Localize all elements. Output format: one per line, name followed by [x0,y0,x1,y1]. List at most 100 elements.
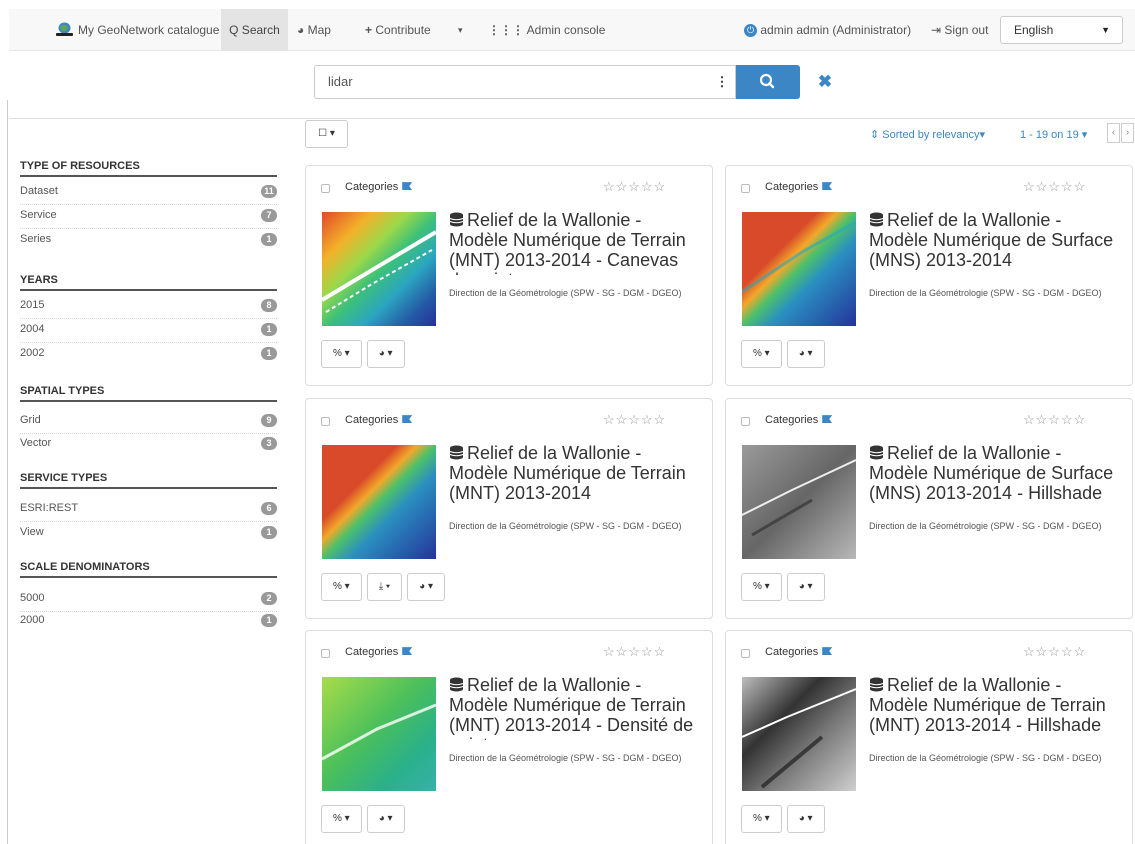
globe-icon: ◕ [378,348,385,359]
rating-stars[interactable]: ☆☆☆☆☆ [1023,179,1086,195]
categories-label[interactable]: Categories [345,646,413,658]
select-checkbox[interactable] [321,649,330,658]
facet-label: Grid [20,414,41,426]
categories-label[interactable]: Categories [345,414,413,426]
thumbnail-image[interactable] [322,445,436,559]
brand-link[interactable]: My GeoNetwork catalogue [55,9,219,51]
select-checkbox[interactable] [321,417,330,426]
sort-icon: ⇕ [870,129,880,141]
categories-label[interactable]: Categories [765,414,833,426]
search-input[interactable]: lidar [314,65,714,99]
links-dropdown-button[interactable]: % ▾ [741,573,782,601]
facet-item-2004[interactable]: 2004 1 [20,319,277,343]
facet-item-series[interactable]: Series 1 [20,229,277,253]
facet-item-service[interactable]: Service 7 [20,205,277,229]
language-select[interactable]: English ▼ [1000,16,1123,44]
map-dropdown-button[interactable]: ◕ ▾ [407,573,445,601]
rating-stars[interactable]: ☆☆☆☆☆ [603,179,666,195]
link-icon: % [333,581,342,592]
rating-stars[interactable]: ☆☆☆☆☆ [1023,412,1086,428]
facet-item-grid[interactable]: Grid 9 [20,410,277,434]
map-dropdown-button[interactable]: ◕ ▾ [366,340,405,368]
contribute-dropdown-toggle[interactable]: ▾ [458,9,463,51]
organisation-text: Direction de la Géométrologie (SPW - SG … [449,521,682,531]
rating-stars[interactable]: ☆☆☆☆☆ [603,412,666,428]
select-checkbox[interactable] [321,184,330,193]
nav-admin-label: Admin console [526,23,606,37]
search-button[interactable] [736,65,800,99]
thumbnail-image[interactable] [742,445,856,559]
paging-dropdown[interactable]: 1 - 19 on 19 ▾ [1020,128,1087,141]
nav-search[interactable]: Q Search [221,9,288,51]
database-icon [449,212,464,227]
user-menu[interactable]: ⏻ admin admin (Administrator) [744,9,911,51]
result-card[interactable]: Categories ☆☆☆☆☆ Relief de la Wallonie -… [305,165,713,386]
facet-count-badge: 11 [261,185,277,198]
links-dropdown-button[interactable]: % ▾ [321,573,362,601]
map-dropdown-button[interactable]: ◕ ▾ [786,805,825,833]
search-options-button[interactable]: ⋮ [709,65,736,99]
thumbnail-image[interactable] [742,212,856,326]
select-checkbox[interactable] [741,649,750,658]
nav-map[interactable]: ◕ Map [297,9,331,51]
thumbnail-image[interactable] [322,212,436,326]
clear-search-icon[interactable]: ✖ [817,72,833,92]
rating-stars[interactable]: ☆☆☆☆☆ [1023,644,1086,660]
record-title[interactable]: Relief de la Wallonie - Modèle Numérique… [449,443,699,508]
link-icon: % [753,348,762,359]
facet-label: 5000 [20,592,45,604]
facet-count-badge: 1 [261,614,277,627]
result-card[interactable]: Categories ☆☆☆☆☆ Relief de la Wallonie -… [725,165,1133,386]
facet-label: Dataset [20,185,58,197]
facet-item-view[interactable]: View 1 [20,522,277,546]
link-icon: % [753,581,762,592]
record-title[interactable]: Relief de la Wallonie - Modèle Numérique… [869,210,1119,275]
rating-stars[interactable]: ☆☆☆☆☆ [603,644,666,660]
nav-admin-console[interactable]: ⋮⋮⋮ Admin console [488,9,605,51]
select-checkbox[interactable] [741,184,750,193]
categories-label[interactable]: Categories [345,181,413,193]
previous-page-button[interactable]: ‹ [1107,123,1120,143]
thumbnail-image[interactable] [322,677,436,791]
categories-label[interactable]: Categories [765,646,833,658]
map-dropdown-button[interactable]: ◕ ▾ [786,340,825,368]
facet-item-2000[interactable]: 2000 1 [20,610,277,634]
record-title[interactable]: Relief de la Wallonie - Modèle Numérique… [449,675,699,740]
select-checkbox[interactable] [741,417,750,426]
links-dropdown-button[interactable]: % ▾ [741,805,782,833]
facet-item-dataset[interactable]: Dataset 11 [20,181,277,205]
download-dropdown-button[interactable]: ⤓ ▾ [366,573,403,601]
result-card[interactable]: Categories ☆☆☆☆☆ Relief de la Wallonie -… [725,630,1133,844]
record-title-text: Relief de la Wallonie - Modèle Numérique… [449,443,686,503]
links-dropdown-button[interactable]: % ▾ [321,340,362,368]
search-icon [759,73,775,89]
next-page-button[interactable]: › [1121,123,1134,143]
facet-item-2015[interactable]: 2015 8 [20,295,277,319]
categories-label[interactable]: Categories [765,181,833,193]
record-title-text: Relief de la Wallonie - Modèle Numérique… [869,210,1114,270]
record-title[interactable]: Relief de la Wallonie - Modèle Numérique… [869,675,1119,740]
select-all-dropdown[interactable]: ☐ ▾ [305,120,348,148]
nav-contribute[interactable]: + Contribute [365,9,431,51]
record-title[interactable]: Relief de la Wallonie - Modèle Numérique… [449,210,699,275]
thumbnail-image[interactable] [742,677,856,791]
globe-icon: ◕ [798,348,805,359]
facet-item-esri-rest[interactable]: ESRI:REST 6 [20,498,277,522]
sort-dropdown[interactable]: ⇕ Sorted by relevancy▾ [870,128,985,141]
sign-out-link[interactable]: ⇥ Sign out [931,9,988,51]
result-card[interactable]: Categories ☆☆☆☆☆ Relief de la Wallonie -… [305,630,713,844]
record-title[interactable]: Relief de la Wallonie - Modèle Numérique… [869,443,1119,508]
card-actions: % ▾ ◕ ▾ [321,340,410,369]
map-dropdown-button[interactable]: ◕ ▾ [786,573,825,601]
sign-out-label: Sign out [944,23,989,37]
grid-icon: ⋮⋮⋮ [488,23,524,37]
map-dropdown-button[interactable]: ◕ ▾ [366,805,405,833]
facet-item-2002[interactable]: 2002 1 [20,343,277,367]
globe-icon: ◕ [419,581,426,592]
links-dropdown-button[interactable]: % ▾ [321,805,362,833]
facet-item-vector[interactable]: Vector 3 [20,433,277,457]
facet-item-5000[interactable]: 5000 2 [20,588,277,612]
result-card[interactable]: Categories ☆☆☆☆☆ Relief de la Wallonie -… [725,398,1133,619]
result-card[interactable]: Categories ☆☆☆☆☆ Relief de la Wallonie -… [305,398,713,619]
links-dropdown-button[interactable]: % ▾ [741,340,782,368]
